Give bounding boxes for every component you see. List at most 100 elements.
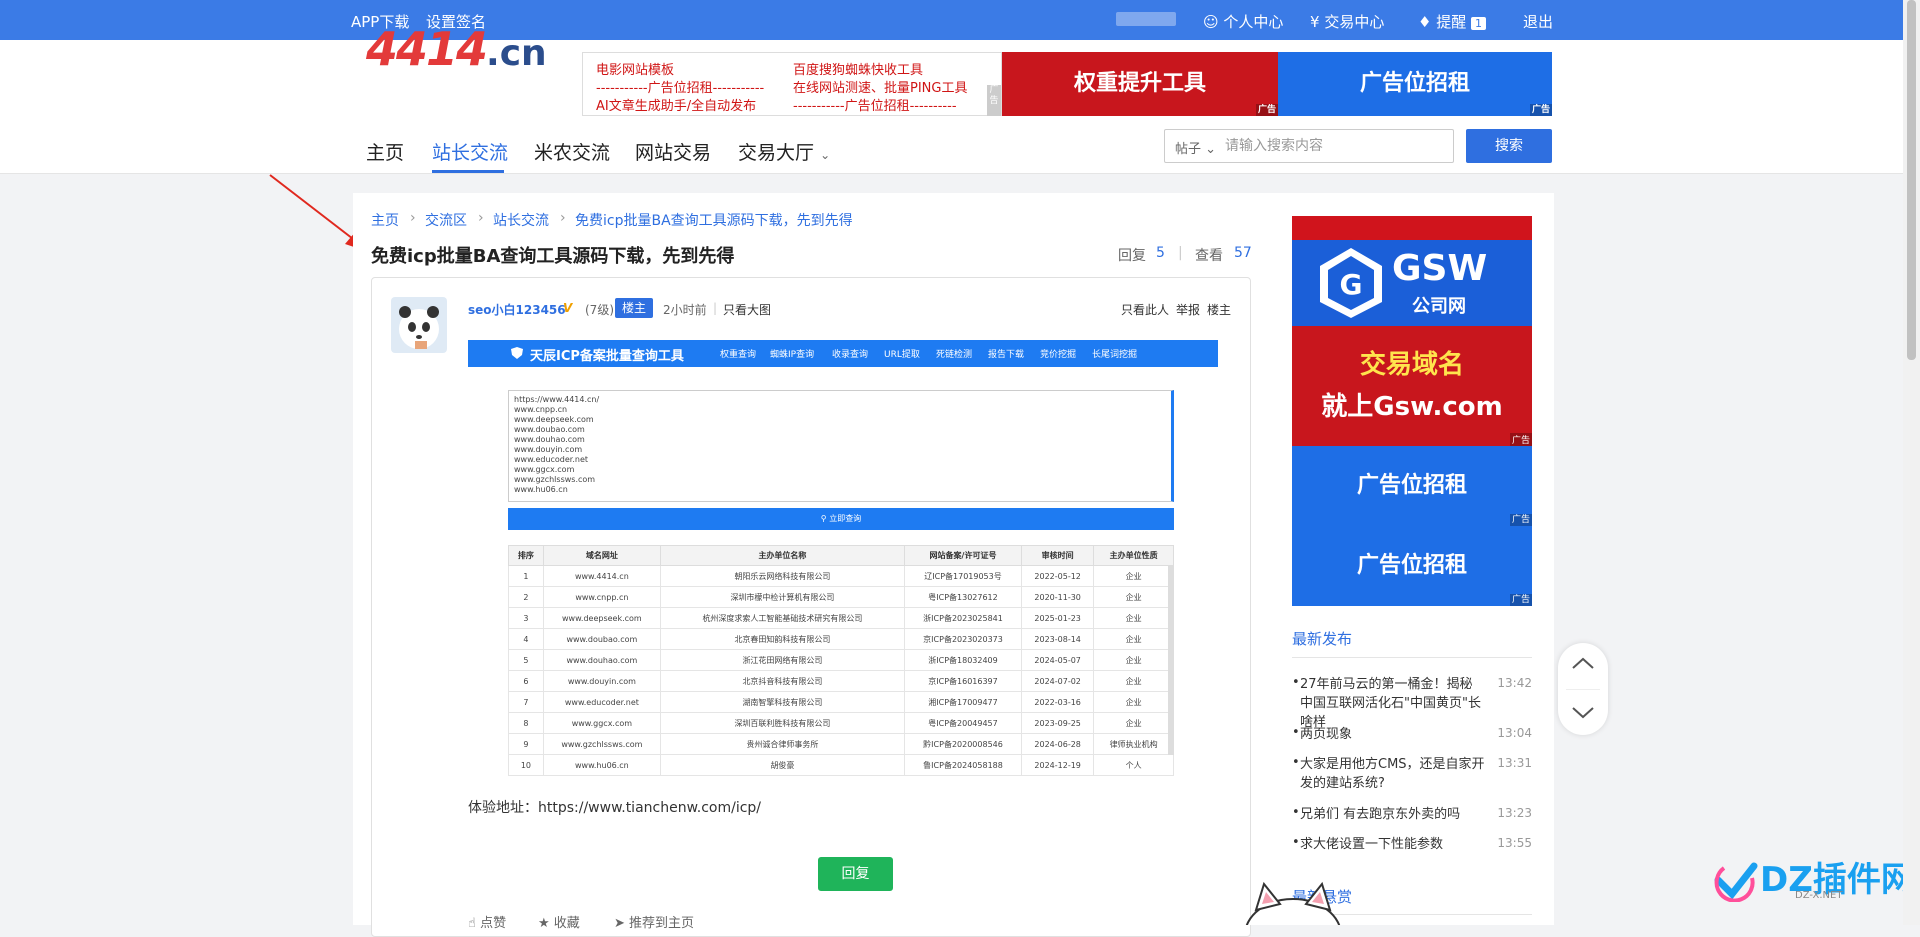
list-item[interactable]: • 两页现象 13:04 xyxy=(1292,725,1532,745)
view-big-image-link[interactable]: 只看大图 xyxy=(723,301,771,318)
personal-center-label: 个人中心 xyxy=(1223,13,1284,31)
search-button[interactable]: 搜索 xyxy=(1466,129,1552,163)
search-input[interactable] xyxy=(1225,131,1447,161)
page-scrollbar[interactable] xyxy=(1903,0,1920,925)
text-ad-l2[interactable]: -----------广告位招租----------- xyxy=(596,77,764,96)
breadcrumb-webmaster[interactable]: 站长交流 xyxy=(493,210,549,230)
reply-label: 回复 xyxy=(1118,248,1146,264)
nav-site-trade[interactable]: 网站交易 xyxy=(635,138,711,165)
screenshot-domain-line: www.cnpp.cn xyxy=(514,405,568,414)
list-item[interactable]: • 兄弟们 有去跑京东外卖的吗 13:23 xyxy=(1292,805,1532,825)
text-ad-r3[interactable]: -----------广告位招租---------- xyxy=(793,95,957,114)
screenshot-domain-line: www.ggcx.com xyxy=(514,465,575,474)
like-button[interactable]: ☝ 点赞 xyxy=(468,912,506,931)
latest-post-title[interactable]: 两页现象 xyxy=(1300,725,1485,744)
text-ad-l1[interactable]: 电影网站模板 xyxy=(596,59,674,78)
latest-post-title[interactable]: 兄弟们 有去跑京东外卖的吗 xyxy=(1300,805,1485,824)
trade-center-label: 交易中心 xyxy=(1324,13,1385,31)
latest-post-time: 13:31 xyxy=(1497,756,1532,770)
table-row: 10 www.hu06.cn 胡俊豪 鲁ICP备2024058188 2024-12-1… xyxy=(508,754,1174,776)
list-item[interactable]: • 27年前马云的第一桶金！揭秘中国互联网活化石"中国黄页"长啥样 13:42 xyxy=(1292,675,1532,730)
only-author-link[interactable]: 只看此人 xyxy=(1121,301,1169,318)
send-icon: ➤ xyxy=(614,916,625,931)
table-row: 6 www.douyin.com 北京抖音科技有限公司 京ICP备16016397 20… xyxy=(508,670,1174,692)
table-header: 主办单位名称 xyxy=(659,545,905,566)
side-ad-rent-2[interactable]: 广告位招租 广告 xyxy=(1292,526,1532,606)
remind-link[interactable]: ♦ 提醒 1 xyxy=(1418,11,1487,32)
top-bar: APP下载 设置签名 ☺ 个人中心 ¥ 交易中心 ♦ 提醒 1 退出 xyxy=(0,0,1920,40)
remind-label: 提醒 xyxy=(1436,13,1467,31)
nav-trade-hall[interactable]: 交易大厅 ⌄ xyxy=(738,138,830,165)
breadcrumb-home[interactable]: 主页 xyxy=(371,210,399,230)
gsw-ad[interactable]: G GSW 公司网 xyxy=(1292,216,1532,326)
chevron-up-icon[interactable] xyxy=(1571,655,1595,671)
screenshot-nav-item: 权重查询 xyxy=(720,350,757,360)
table-cell: 7 xyxy=(508,691,544,713)
table-row: 2 www.cnpp.cn 深圳市檬中检计算机有限公司 粤ICP备13027612 20… xyxy=(508,586,1174,608)
table-cell: 1 xyxy=(508,565,544,587)
recommend-button[interactable]: ➤ 推荐到主页 xyxy=(614,912,694,931)
nav-webmaster[interactable]: 站长交流 xyxy=(432,138,508,165)
search-icon: ⚲ xyxy=(820,514,827,523)
text-ad-l3[interactable]: AI文章生成助手/全自动发布 xyxy=(596,95,756,114)
table-cell: 2024-12-19 xyxy=(1021,754,1095,776)
author-avatar[interactable] xyxy=(391,297,447,353)
nav-home[interactable]: 主页 xyxy=(366,138,404,165)
table-cell: 6 xyxy=(508,670,544,692)
site-logo[interactable]: 4414.cn xyxy=(366,22,547,76)
latest-post-title[interactable]: 27年前马云的第一桶金！揭秘中国互联网活化石"中国黄页"长啥样 xyxy=(1300,675,1485,732)
trade-center-link[interactable]: ¥ 交易中心 xyxy=(1310,11,1384,32)
post-title: 免费icp批量BA查询工具源码下载，先到先得 xyxy=(371,246,735,267)
table-cell: 2023-09-25 xyxy=(1021,712,1095,734)
domain-trade-ad[interactable]: 交易域名 就上Gsw.com 广告 xyxy=(1292,326,1532,446)
chevron-down-icon[interactable] xyxy=(1571,705,1595,721)
screenshot-domain-line: www.educoder.net xyxy=(514,455,589,464)
scrollbar-thumb[interactable] xyxy=(1907,0,1916,360)
latest-post-title[interactable]: 求大佬设置一下性能参数 xyxy=(1300,835,1485,854)
gsw-logo-text: GSW xyxy=(1392,248,1488,289)
latest-post-title[interactable]: 大家是用他方CMS，还是自家开发的建站系统? xyxy=(1300,755,1485,793)
table-cell: 8 xyxy=(508,712,544,734)
table-row: 7 www.educoder.net 湖南智擎科技有限公司 湘ICP备17009477… xyxy=(508,691,1174,713)
table-cell: 企业 xyxy=(1093,670,1174,692)
table-cell: 企业 xyxy=(1093,628,1174,650)
side-ad-rent-1[interactable]: 广告位招租 广告 xyxy=(1292,446,1532,526)
side-ad-rent-label: 广告位招租 xyxy=(1356,473,1467,498)
screenshot-nav-item: URL提取 xyxy=(884,350,920,360)
table-header-row: 排序 域名网址 主办单位名称 网站备案/许可证号 审核时间 主办单位性质 xyxy=(508,545,1174,566)
search-type-select[interactable]: 帖子 ⌄ xyxy=(1175,138,1216,157)
list-item[interactable]: • 大家是用他方CMS，还是自家开发的建站系统? 13:31 xyxy=(1292,755,1532,795)
text-ad-r2[interactable]: 在线网站测速、批量PING工具 xyxy=(793,77,967,96)
personal-center-link[interactable]: ☺ 个人中心 xyxy=(1203,11,1283,32)
latest-post-time: 13:55 xyxy=(1497,836,1532,850)
text-ad-r1[interactable]: 百度搜狗蜘蛛快收工具 xyxy=(793,59,923,78)
table-cell: 湖南智擎科技有限公司 xyxy=(659,691,905,713)
scroll-control-divider xyxy=(1566,689,1600,690)
weight-tool-banner[interactable]: 权重提升工具 广告 xyxy=(1002,52,1278,116)
favorite-button[interactable]: ★ 收藏 xyxy=(538,912,580,931)
demo-url-text[interactable]: 体验地址：https://www.tianchenw.com/icp/ xyxy=(468,797,761,817)
table-cell: www.douyin.com xyxy=(542,670,661,692)
screenshot-domain-line: www.doubao.com xyxy=(514,425,585,434)
user-name-blurred[interactable] xyxy=(1116,12,1176,26)
table-cell: 朝阳乐云网络科技有限公司 xyxy=(659,565,905,587)
breadcrumb-current[interactable]: 免费icp批量BA查询工具源码下载，先到先得 xyxy=(575,210,853,230)
report-link[interactable]: 举报 xyxy=(1176,301,1200,318)
post-time: 2小时前 xyxy=(663,303,707,317)
post-screenshot[interactable]: 天辰ICP备案批量查询工具 权重查询 蜘蛛IP查询 收录查询 URL提取 死链检… xyxy=(468,340,1218,796)
reply-button[interactable]: 回复 xyxy=(818,857,893,891)
logout-link[interactable]: 退出 xyxy=(1523,11,1553,32)
ad-flag: 广告 xyxy=(1509,433,1532,446)
breadcrumb-forum[interactable]: 交流区 xyxy=(425,210,467,230)
dz-check-logo-icon xyxy=(1714,862,1758,902)
screenshot-nav-item: 报告下载 xyxy=(988,350,1025,360)
ad-rent-banner[interactable]: 广告位招租 广告 xyxy=(1278,52,1552,116)
table-cell: 2 xyxy=(508,586,544,608)
latest-post-time: 13:42 xyxy=(1497,676,1532,690)
nav-domain[interactable]: 米农交流 xyxy=(534,138,610,165)
text-ad-banner[interactable]: 电影网站模板 -----------广告位招租----------- AI文章生… xyxy=(582,52,1002,116)
list-item[interactable]: • 求大佬设置一下性能参数 13:55 xyxy=(1292,835,1532,855)
panda-avatar-icon xyxy=(399,306,439,349)
author-name[interactable]: seo小白123456 xyxy=(468,301,566,318)
search-type-label: 帖子 xyxy=(1175,142,1202,157)
